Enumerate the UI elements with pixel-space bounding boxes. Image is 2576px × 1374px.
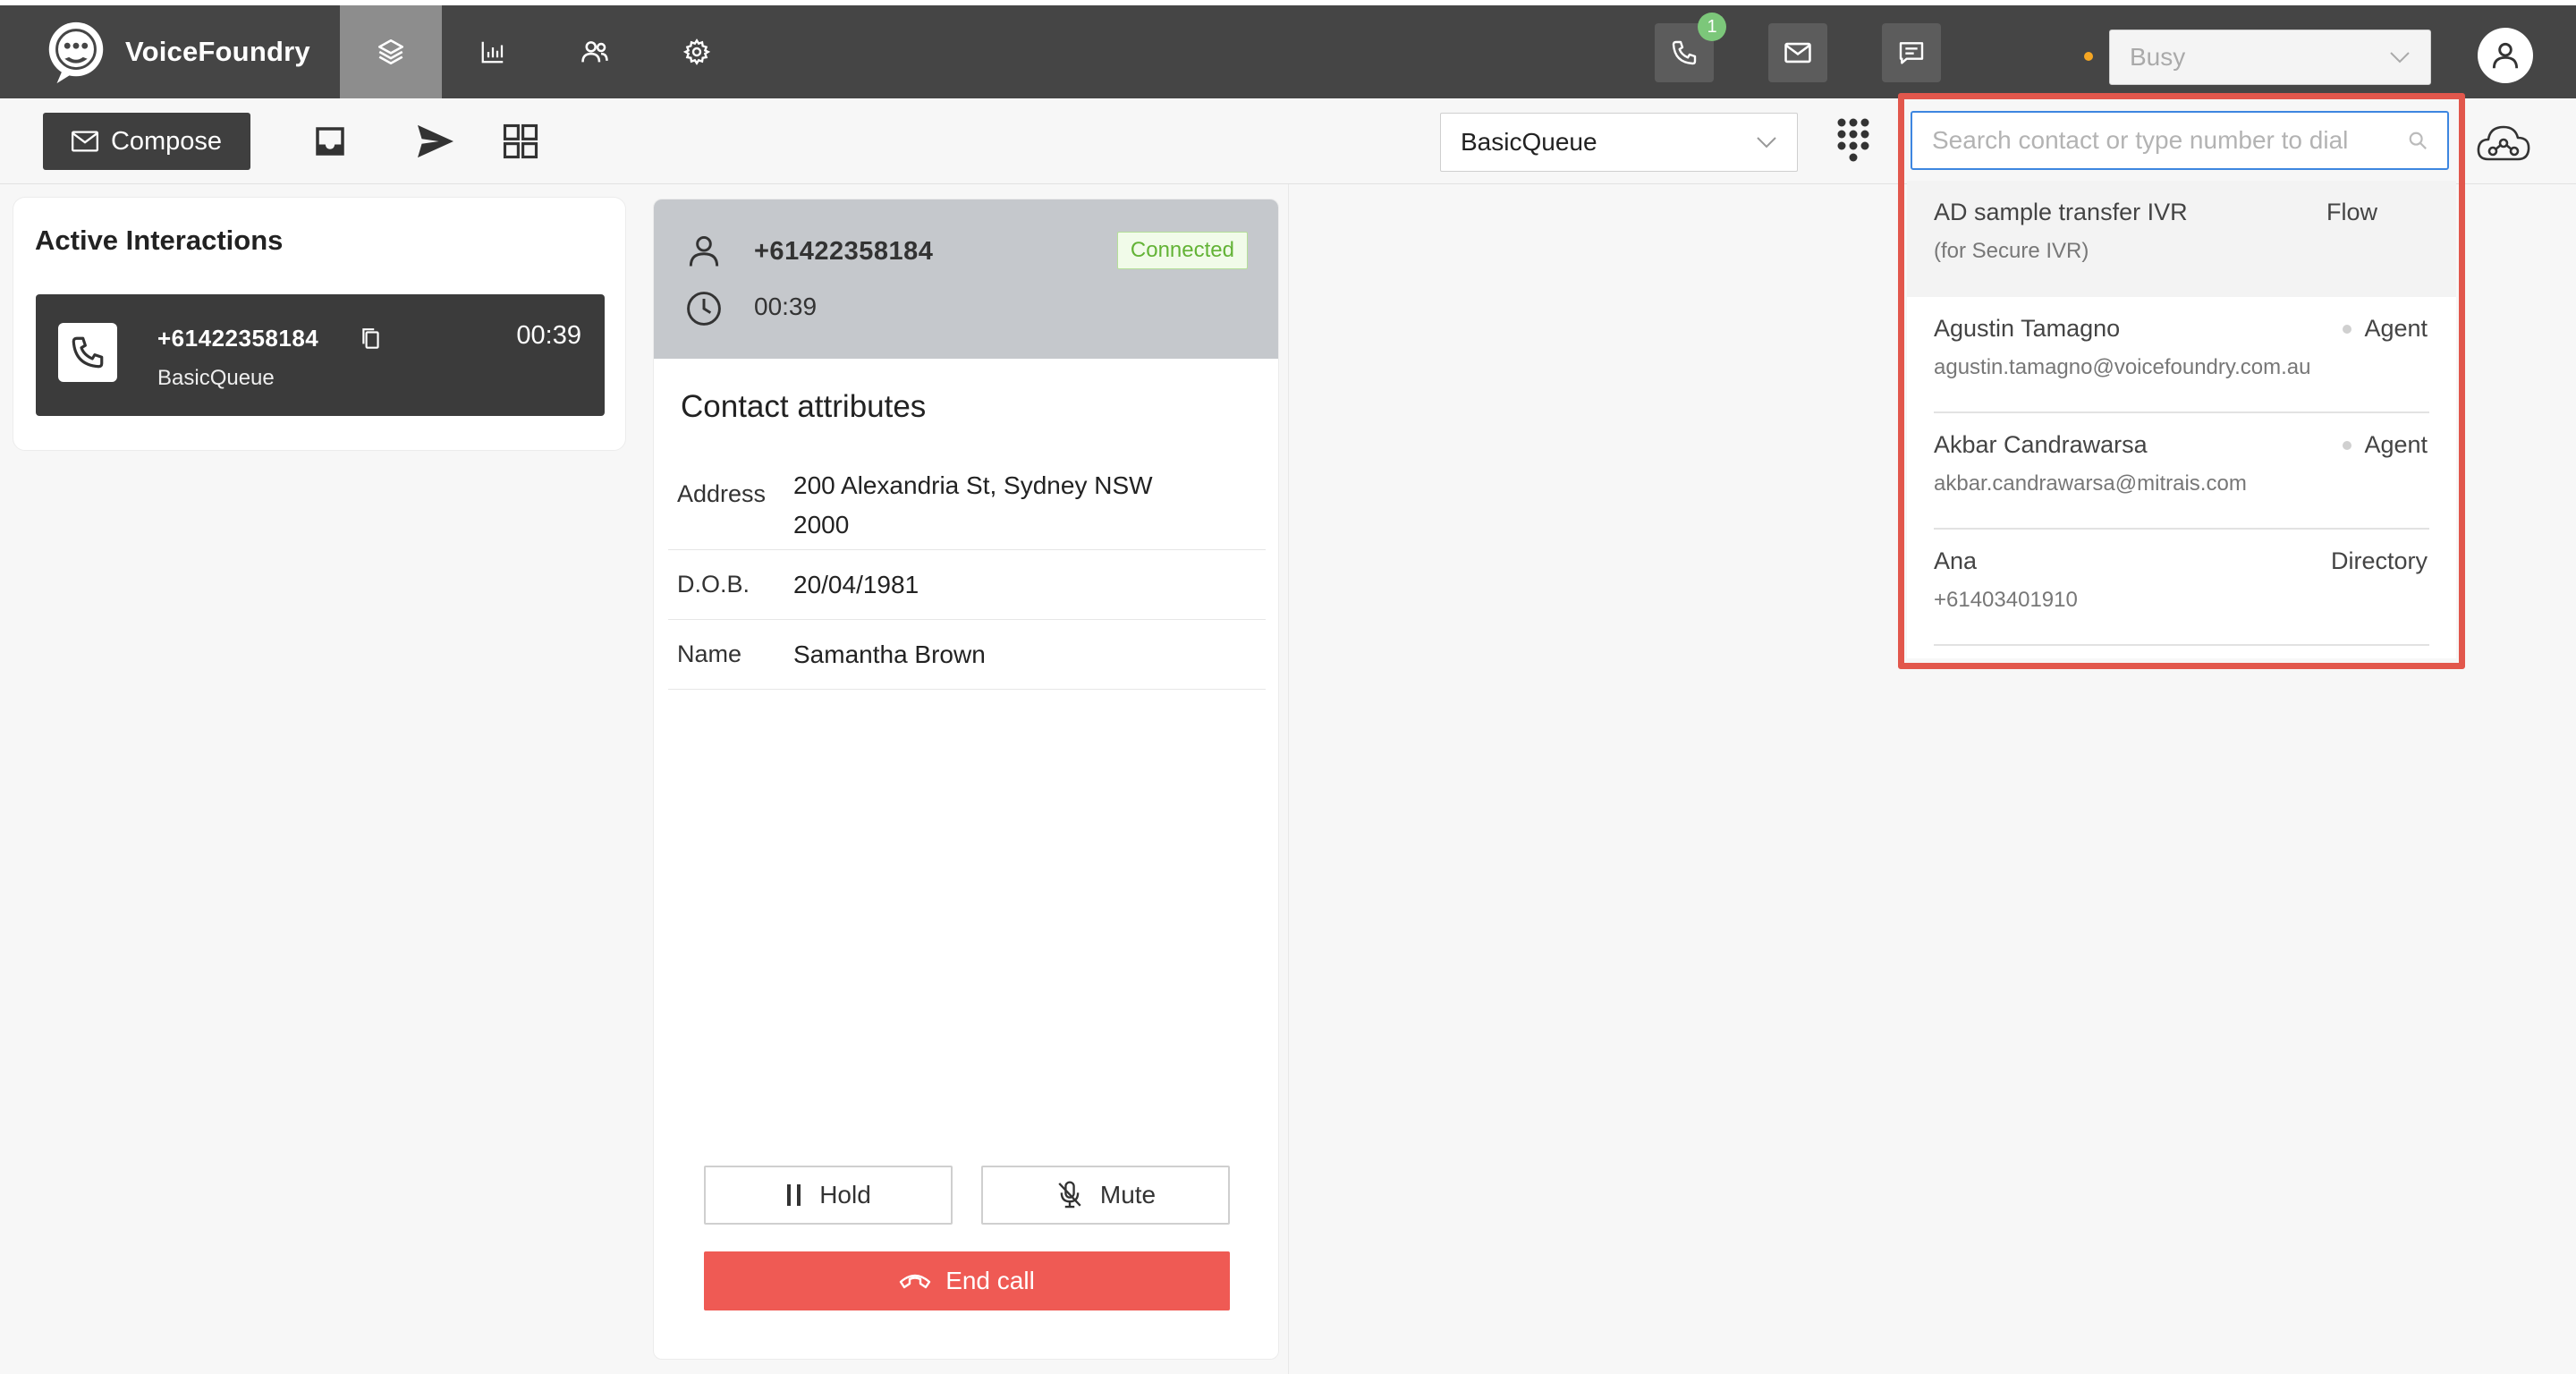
hang-up-icon xyxy=(899,1274,931,1289)
chat-icon xyxy=(1899,42,1924,64)
result-subtitle: +61403401910 xyxy=(1934,588,2078,612)
result-type: Agent xyxy=(2343,431,2428,459)
compose-button[interactable]: Compose xyxy=(43,113,250,170)
interaction-number: +61422358184 xyxy=(157,325,319,352)
result-subtitle: (for Secure IVR) xyxy=(1934,239,2089,263)
user-avatar-button[interactable] xyxy=(2478,28,2533,83)
search-result-item[interactable]: Akbar Candrawarsa akbar.candrawarsa@mitr… xyxy=(1934,413,2429,530)
email-channel-button[interactable] xyxy=(1768,23,1827,82)
attribute-value: 200 Alexandria St, Sydney NSW 2000 xyxy=(793,471,1153,539)
result-subtitle: akbar.candrawarsa@mitrais.com xyxy=(1934,471,2247,496)
copy-icon[interactable] xyxy=(360,327,383,352)
outbound-button[interactable] xyxy=(411,116,461,166)
top-navigation-bar: VoiceFoundry 1 Busy xyxy=(0,5,2576,98)
contact-duration: 00:39 xyxy=(754,293,818,320)
toolbar: Compose BasicQueue xyxy=(0,98,2576,184)
send-icon xyxy=(418,124,453,158)
attribute-key: Name xyxy=(677,640,742,667)
inbox-icon xyxy=(316,127,344,156)
brand[interactable]: VoiceFoundry xyxy=(41,16,310,88)
hold-label: Hold xyxy=(819,1181,871,1209)
voicefoundry-logo-icon xyxy=(48,21,104,84)
result-type: Agent xyxy=(2343,315,2428,343)
person-icon xyxy=(689,235,719,267)
nav-workspace[interactable] xyxy=(340,5,442,98)
gear-icon xyxy=(682,38,711,65)
clock-icon xyxy=(687,292,721,326)
attribute-key: Address xyxy=(677,480,767,507)
interaction-queue: BasicQueue xyxy=(157,366,275,390)
active-interactions-title: Active Interactions xyxy=(35,225,284,256)
connection-status-badge: Connected xyxy=(1116,232,1248,269)
apps-button[interactable] xyxy=(496,116,546,166)
queue-value: BasicQueue xyxy=(1461,128,1597,156)
mail-icon xyxy=(1784,42,1811,64)
nav-settings[interactable] xyxy=(646,5,748,98)
attribute-row: Name Samantha Brown xyxy=(668,620,1266,690)
search-result-item[interactable]: Ana +61403401910 Directory xyxy=(1934,530,2429,646)
result-type-label: Flow xyxy=(2326,199,2377,225)
chevron-down-icon xyxy=(2390,52,2410,64)
inbox-button[interactable] xyxy=(305,116,355,166)
dialpad-icon[interactable] xyxy=(1835,116,1871,163)
end-call-button[interactable]: End call xyxy=(704,1251,1230,1310)
status-indicator-dot xyxy=(2084,52,2093,61)
presence-dot xyxy=(2343,324,2352,334)
attribute-row: Address 200 Alexandria St, Sydney NSW 20… xyxy=(668,457,1266,550)
chat-channel-button[interactable] xyxy=(1882,23,1941,82)
users-icon xyxy=(581,41,608,63)
nav-users[interactable] xyxy=(544,5,646,98)
contact-search-input[interactable] xyxy=(1932,126,2408,155)
attribute-value: Samantha Brown xyxy=(793,640,986,668)
mute-label: Mute xyxy=(1099,1181,1157,1209)
phone-count-badge: 1 xyxy=(1698,13,1726,41)
grid-icon xyxy=(503,123,538,159)
layers-icon xyxy=(377,38,404,65)
agent-status-value: Busy xyxy=(2130,43,2186,71)
contact-search-box[interactable] xyxy=(1911,111,2449,170)
result-type-label: Agent xyxy=(2364,431,2428,458)
bar-chart-icon xyxy=(481,41,504,64)
user-icon xyxy=(2492,42,2519,69)
interaction-timer: 00:39 xyxy=(516,321,581,350)
result-type: Flow xyxy=(2326,199,2377,226)
brand-name: VoiceFoundry xyxy=(125,36,310,67)
mail-icon xyxy=(71,131,98,152)
queue-select[interactable]: BasicQueue xyxy=(1440,113,1798,172)
contact-attributes-title: Contact attributes xyxy=(681,389,927,424)
nav-analytics[interactable] xyxy=(442,5,544,98)
search-result-item[interactable]: Agustin Tamagno agustin.tamagno@voicefou… xyxy=(1934,297,2429,413)
call-type-tile xyxy=(58,323,117,382)
presence-dot xyxy=(2343,440,2352,450)
agent-status-select[interactable]: Busy xyxy=(2109,30,2431,85)
phone-icon xyxy=(1672,40,1697,65)
panel-divider xyxy=(1288,184,1289,1374)
contact-attributes-table: Address 200 Alexandria St, Sydney NSW 20… xyxy=(668,457,1266,690)
contact-number: +61422358184 xyxy=(754,237,934,266)
contact-panel: +61422358184 Connected 00:39 Contact att… xyxy=(653,199,1279,1360)
attribute-key: D.O.B. xyxy=(677,571,750,598)
result-subtitle: agustin.tamagno@voicefoundry.com.au xyxy=(1934,355,2311,379)
compose-label: Compose xyxy=(110,126,223,156)
chevron-down-icon xyxy=(1757,137,1776,148)
pause-icon xyxy=(787,1184,801,1206)
hold-button[interactable]: Hold xyxy=(704,1166,953,1225)
attribute-row: D.O.B. 20/04/1981 xyxy=(668,550,1266,620)
microphone-off-icon xyxy=(1058,1181,1081,1209)
cloud-network-icon[interactable] xyxy=(2476,120,2531,168)
search-result-item[interactable]: AD sample transfer IVR (for Secure IVR) … xyxy=(1907,181,2456,297)
result-type: Directory xyxy=(2331,547,2428,575)
contact-header: +61422358184 Connected 00:39 xyxy=(654,199,1278,359)
search-icon xyxy=(2409,131,2427,149)
search-results-dropdown: AD sample transfer IVR (for Secure IVR) … xyxy=(1907,181,2456,658)
end-call-label: End call xyxy=(945,1267,1035,1294)
active-interactions-panel: Active Interactions +61422358184 BasicQu… xyxy=(13,197,626,451)
result-type-label: Agent xyxy=(2364,315,2428,342)
phone-icon xyxy=(72,336,104,369)
mute-button[interactable]: Mute xyxy=(981,1166,1230,1225)
result-type-label: Directory xyxy=(2330,547,2428,574)
attribute-value: 20/04/1981 xyxy=(793,570,919,598)
interaction-card[interactable]: +61422358184 BasicQueue 00:39 xyxy=(36,294,605,416)
